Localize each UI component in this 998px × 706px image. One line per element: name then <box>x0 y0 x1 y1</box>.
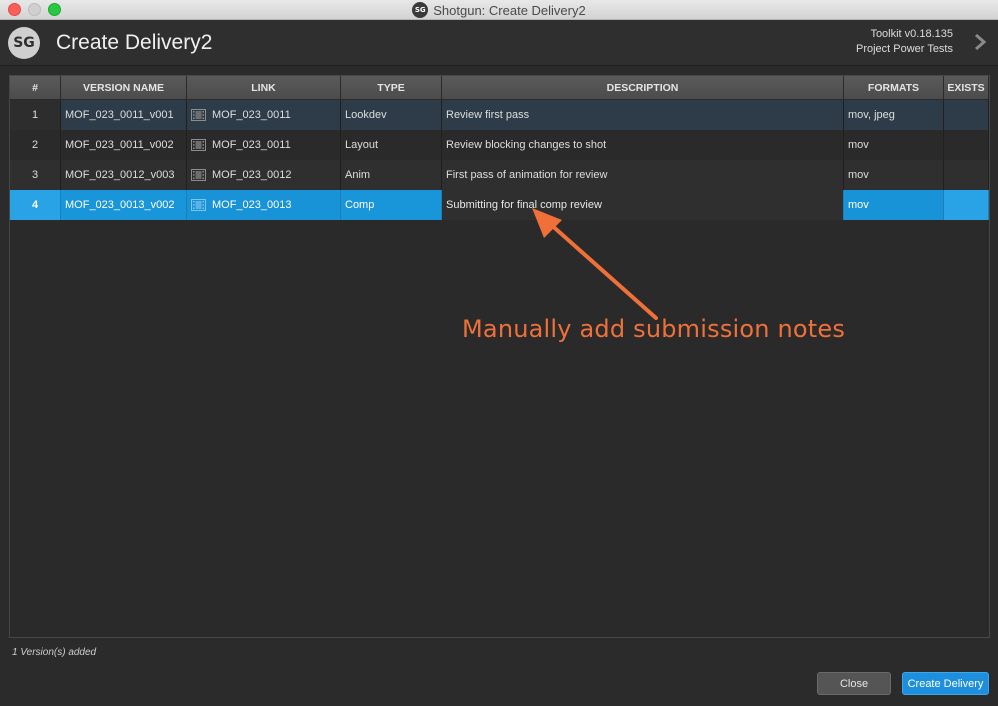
type-cell: Lookdev <box>341 100 442 130</box>
link-cell: MOF_023_0013 <box>187 190 341 220</box>
version-name-cell: MOF_023_0011_v002 <box>61 130 187 160</box>
column-header-description[interactable]: DESCRIPTION <box>442 76 844 99</box>
film-icon <box>191 199 206 211</box>
table-row-selected[interactable]: 4 MOF_023_0013_v002 MOF_023_0013 Comp Su… <box>10 190 989 220</box>
toolkit-info: Toolkit v0.18.135 Project Power Tests <box>856 27 953 57</box>
link-cell: MOF_023_0011 <box>187 130 341 160</box>
column-header-number[interactable]: # <box>10 76 61 99</box>
row-number: 3 <box>10 160 61 190</box>
formats-cell: mov <box>844 190 944 220</box>
column-header-link[interactable]: LINK <box>187 76 341 99</box>
app-header: SG Create Delivery2 Toolkit v0.18.135 Pr… <box>0 20 998 66</box>
link-text: MOF_023_0012 <box>212 169 292 181</box>
type-cell: Anim <box>341 160 442 190</box>
chevron-right-icon[interactable] <box>974 34 986 50</box>
exists-cell <box>944 130 989 160</box>
formats-cell: mov <box>844 160 944 190</box>
formats-cell: mov <box>844 130 944 160</box>
project-name: Project Power Tests <box>855 43 953 55</box>
row-number: 1 <box>10 100 61 130</box>
table-row[interactable]: 2 MOF_023_0011_v002 MOF_023_0011 Layout … <box>10 130 989 160</box>
film-icon <box>191 109 206 121</box>
film-icon <box>191 139 206 151</box>
description-cell[interactable]: Review blocking changes to shot <box>442 130 844 160</box>
annotation-text: Manually add submission notes <box>462 315 846 343</box>
link-cell: MOF_023_0011 <box>187 100 341 130</box>
toolkit-version: Toolkit v0.18.135 <box>870 28 953 40</box>
formats-cell: mov, jpeg <box>844 100 944 130</box>
version-name-cell: MOF_023_0011_v001 <box>61 100 187 130</box>
table-header: # VERSION NAME LINK TYPE DESCRIPTION FOR… <box>10 76 989 99</box>
window-titlebar: SG Shotgun: Create Delivery2 <box>0 0 998 20</box>
annotation-arrow-icon <box>532 208 658 320</box>
table-row[interactable]: 1 MOF_023_0011_v001 MOF_023_0011 Lookdev… <box>10 100 989 130</box>
link-text: MOF_023_0011 <box>212 109 291 121</box>
app-title: Create Delivery2 <box>56 31 213 54</box>
link-text: MOF_023_0011 <box>212 139 291 151</box>
type-cell: Layout <box>341 130 442 160</box>
link-cell: MOF_023_0012 <box>187 160 341 190</box>
exists-cell <box>944 160 989 190</box>
column-header-version-name[interactable]: VERSION NAME <box>61 76 187 99</box>
window-title-text: Shotgun: Create Delivery2 <box>433 2 586 18</box>
window-title: SG Shotgun: Create Delivery2 <box>0 0 998 20</box>
status-text: 1 Version(s) added <box>12 647 97 658</box>
shotgun-logo: SG <box>8 27 40 59</box>
create-delivery-button[interactable]: Create Delivery <box>902 672 989 695</box>
close-button[interactable]: Close <box>817 672 891 695</box>
row-number: 2 <box>10 130 61 160</box>
row-number: 4 <box>10 190 61 220</box>
column-header-formats[interactable]: FORMATS <box>844 76 944 99</box>
description-cell[interactable]: First pass of animation for review <box>442 160 844 190</box>
version-name-cell: MOF_023_0012_v003 <box>61 160 187 190</box>
table-row[interactable]: 3 MOF_023_0012_v003 MOF_023_0012 Anim Fi… <box>10 160 989 190</box>
version-name-cell: MOF_023_0013_v002 <box>61 190 187 220</box>
exists-cell <box>944 190 989 220</box>
film-icon <box>191 169 206 181</box>
type-cell: Comp <box>341 190 442 220</box>
column-header-exists[interactable]: EXISTS <box>944 76 989 99</box>
versions-table: # VERSION NAME LINK TYPE DESCRIPTION FOR… <box>9 75 990 638</box>
shotgun-logo-icon: SG <box>412 2 429 18</box>
column-header-type[interactable]: TYPE <box>341 76 442 99</box>
description-cell[interactable]: Review first pass <box>442 100 844 130</box>
exists-cell <box>944 100 989 130</box>
link-text: MOF_023_0013 <box>212 199 292 211</box>
